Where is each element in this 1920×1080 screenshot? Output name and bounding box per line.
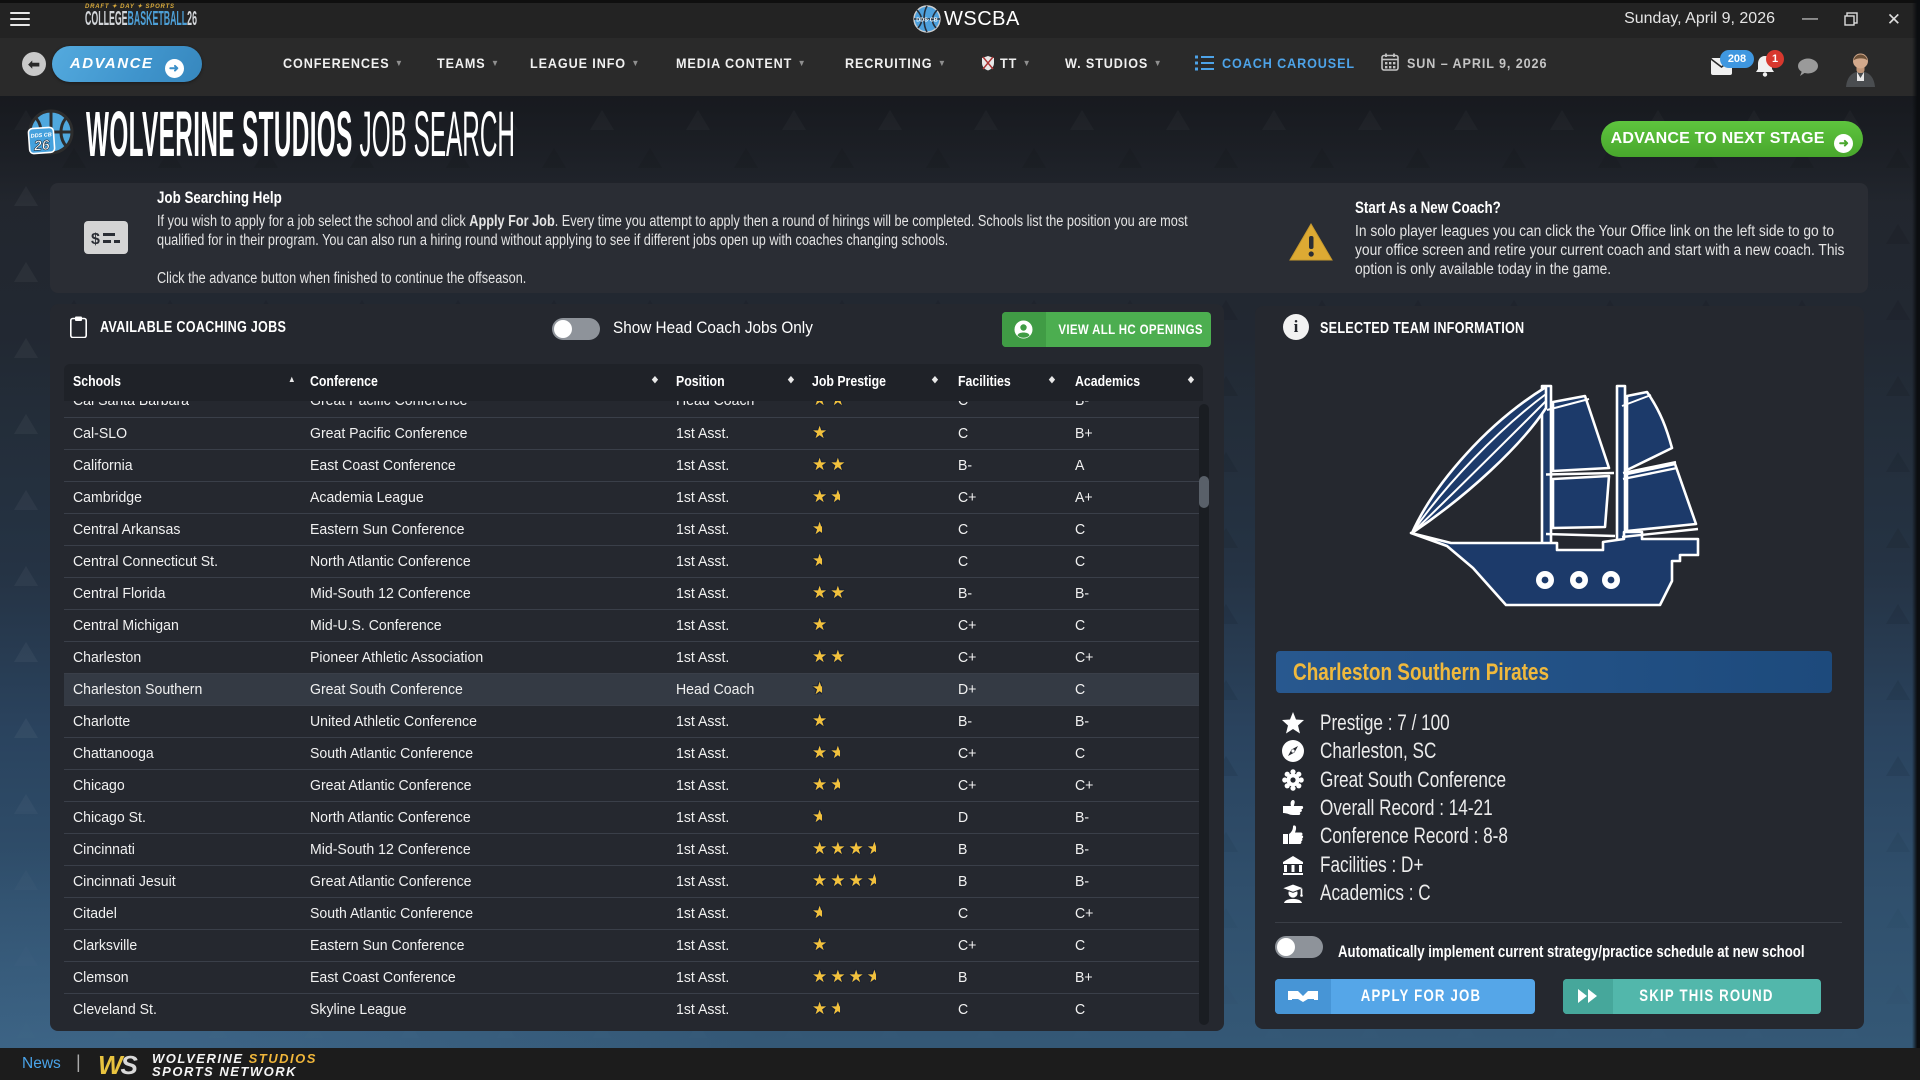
svg-text:DDS·CB: DDS·CB [916,18,937,24]
svg-text:26: 26 [33,136,51,153]
svg-text:$: $ [91,231,100,248]
